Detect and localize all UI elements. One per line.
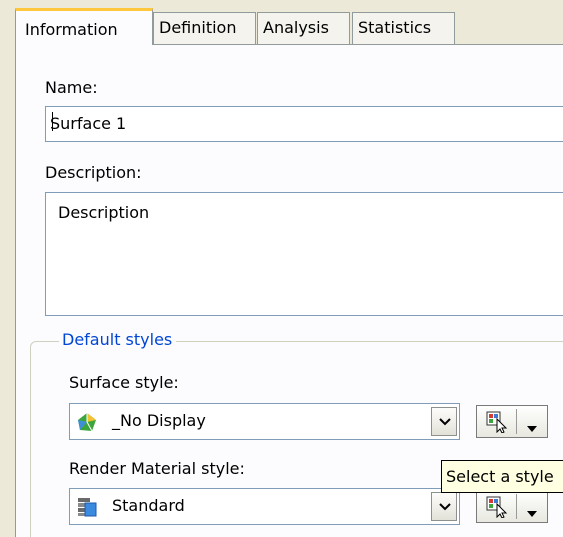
surface-style-icon: [77, 412, 97, 432]
surface-style-value: _No Display: [112, 411, 206, 430]
tab-information[interactable]: Information: [15, 8, 153, 45]
dropdown-arrow-icon[interactable]: [526, 503, 538, 522]
tab-statistics[interactable]: Statistics: [352, 12, 455, 44]
render-material-dropdown-button[interactable]: [431, 492, 457, 521]
render-material-style-combo[interactable]: Standard: [69, 488, 460, 525]
tab-definition[interactable]: Definition: [153, 12, 256, 44]
name-field[interactable]: Surface 1: [45, 106, 563, 142]
surface-style-label: Surface style:: [69, 373, 179, 392]
render-material-icon: [77, 497, 97, 517]
tab-strip: Information Definition Analysis Statisti…: [0, 0, 563, 45]
select-style-tooltip: Select a style: [441, 460, 563, 493]
select-style-icon: [486, 411, 508, 434]
dropdown-arrow-icon[interactable]: [526, 418, 538, 437]
split-button-separator: [516, 494, 517, 519]
chevron-down-icon: [439, 503, 451, 511]
surface-properties-dialog: Information Definition Analysis Statisti…: [0, 0, 563, 537]
surface-style-dropdown-button[interactable]: [431, 407, 457, 436]
surface-style-combo[interactable]: _No Display: [69, 403, 460, 440]
select-style-icon: [486, 496, 508, 519]
surface-style-picker-button[interactable]: [476, 405, 548, 438]
render-material-style-label: Render Material style:: [69, 459, 245, 478]
render-material-style-value: Standard: [112, 496, 185, 515]
name-label: Name:: [45, 78, 98, 97]
default-styles-legend: Default styles: [59, 330, 177, 349]
tab-analysis[interactable]: Analysis: [257, 12, 350, 44]
chevron-down-icon: [439, 418, 451, 426]
split-button-separator: [516, 409, 517, 434]
description-label: Description:: [45, 163, 142, 182]
description-field[interactable]: Description: [45, 192, 563, 316]
render-material-picker-button[interactable]: [476, 490, 548, 523]
text-cursor: [52, 112, 53, 131]
